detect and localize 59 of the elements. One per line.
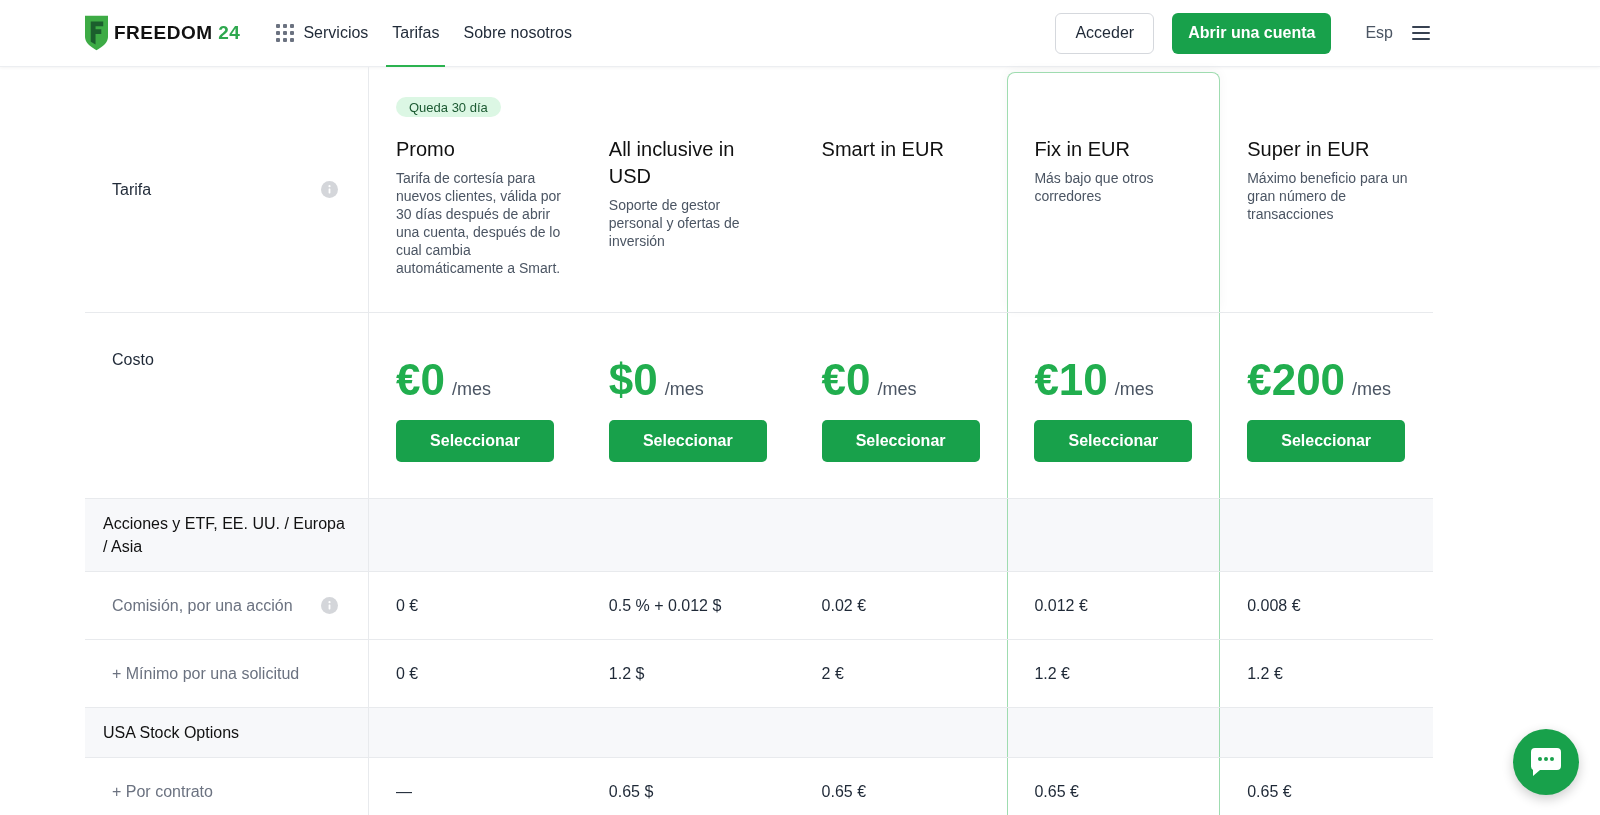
select-button[interactable]: Seleccionar (1247, 420, 1406, 462)
table-cell: 0.008 € (1247, 595, 1301, 616)
table-cell: 2 € (821, 663, 844, 684)
table-cell: 0.65 € (1034, 781, 1079, 802)
price-period: /mes (877, 379, 917, 400)
table-cell: 0 € (396, 595, 419, 616)
table-cell: — (396, 781, 412, 802)
price-period: /mes (1352, 379, 1392, 400)
plan-name: All inclusive in USD (608, 137, 736, 189)
grid-icon (276, 23, 295, 42)
login-button[interactable]: Acceder (1055, 12, 1155, 54)
table-cell: 0.5 % + 0.012 $ (608, 595, 722, 616)
nav-link[interactable]: Servicios (270, 0, 375, 67)
plan-description: Soporte de gestor personal y ofertas de inversión (608, 196, 741, 250)
logo-text: FREEDOM 24 (114, 22, 241, 44)
table-cell: 0 € (396, 663, 419, 684)
nav-link[interactable]: Sobre nosotros (457, 0, 578, 67)
plan-price: $0 (608, 355, 658, 405)
plan-price: €0 (821, 355, 871, 405)
days-left-badge: Queda 30 día (396, 97, 501, 117)
table-cell: 1.2 $ (608, 663, 645, 684)
price-period: /mes (664, 379, 704, 400)
price-period: /mes (1114, 379, 1154, 400)
shield-logo-icon (85, 15, 108, 51)
table-cell: 0.65 $ (608, 781, 654, 802)
table-cell: 0.02 € (821, 595, 867, 616)
plan-name: Fix in EUR (1034, 137, 1131, 162)
row-label: Tarifa (112, 179, 152, 200)
row-label: Comisión, por una acción (112, 595, 293, 616)
plan-price: €0 (396, 355, 445, 405)
section-title: USA Stock Options (103, 723, 240, 743)
plan-price: €200 (1247, 355, 1346, 405)
price-period: /mes (451, 379, 491, 400)
table-cell: 1.2 € (1247, 663, 1283, 684)
table-cell: 0.65 € (1247, 781, 1292, 802)
plan-description: Tarifa de cortesía para nuevos clientes, válida por 30 días después de abrir una cuenta, después de lo cual cambia automáticamente a Smart. (396, 169, 562, 277)
table-cell: 0.65 € (821, 781, 867, 802)
plan-description: Máximo beneficio para un gran número de transacciones (1247, 169, 1409, 223)
section-title: Acciones y ETF, EE. UU. / Europa / Asia (103, 514, 346, 557)
nav-link[interactable]: Tarifas (386, 0, 446, 67)
row-label: Costo (112, 350, 154, 370)
select-button[interactable]: Seleccionar (396, 420, 554, 462)
select-button[interactable]: Seleccionar (1034, 420, 1193, 462)
plan-name: Super in EUR (1247, 137, 1371, 162)
row-label: + Mínimo por una solicitud (112, 663, 300, 684)
select-button[interactable]: Seleccionar (608, 420, 767, 462)
plan-name: Promo (396, 137, 456, 162)
open-account-button[interactable]: Abrir una cuenta (1172, 12, 1332, 54)
table-cell: 1.2 € (1034, 663, 1070, 684)
menu-icon[interactable] (1412, 26, 1430, 40)
plan-name: Smart in EUR (821, 137, 945, 162)
select-button[interactable]: Seleccionar (821, 420, 980, 462)
chat-button[interactable] (1513, 729, 1579, 795)
row-label: + Por contrato (112, 781, 213, 802)
plan-price: €10 (1034, 355, 1108, 405)
language-selector[interactable]: Esp (1365, 24, 1393, 42)
table-cell: 0.012 € (1034, 595, 1088, 616)
plan-description: Más bajo que otros corredores (1034, 169, 1155, 205)
chat-bubble-icon (1531, 748, 1561, 776)
